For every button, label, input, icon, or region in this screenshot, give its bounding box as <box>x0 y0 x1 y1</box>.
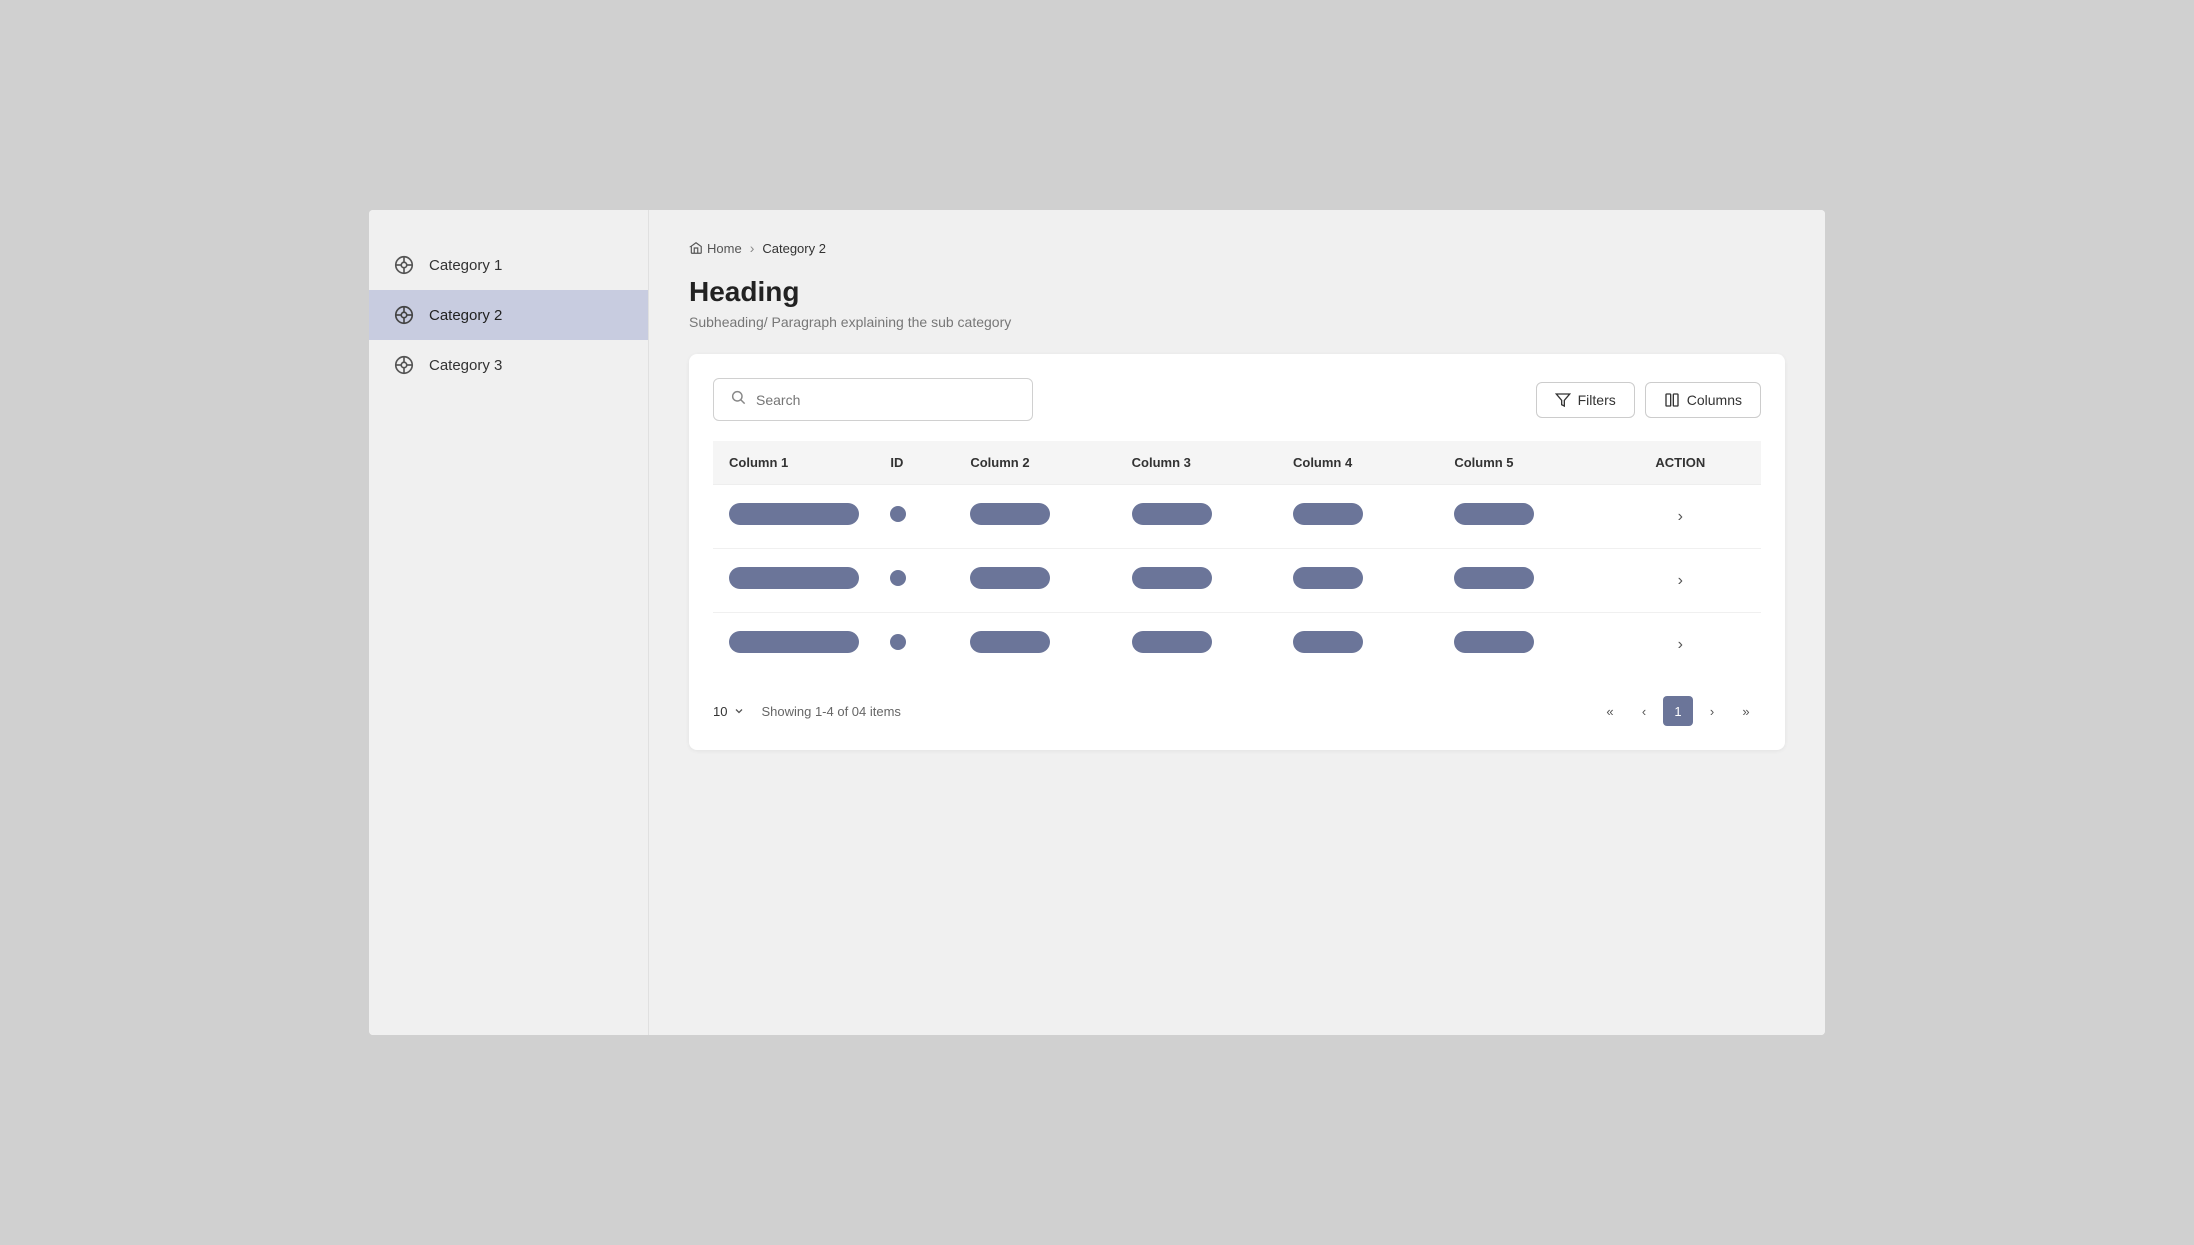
cell-action[interactable]: › <box>1600 613 1761 677</box>
breadcrumb-current: Category 2 <box>762 241 826 256</box>
category3-icon <box>393 354 415 376</box>
breadcrumb: Home › Category 2 <box>689 240 1785 256</box>
skeleton-pill <box>1132 631 1212 653</box>
search-icon <box>730 389 746 410</box>
sidebar-item-label-cat1: Category 1 <box>429 257 502 274</box>
sidebar-item-cat1[interactable]: Category 1 <box>369 240 648 290</box>
skeleton-pill <box>1293 503 1363 525</box>
table-header-row: Column 1 ID Column 2 Column 3 Column 4 C… <box>713 441 1761 485</box>
search-container[interactable] <box>713 378 1033 421</box>
cell-col4 <box>1277 549 1438 613</box>
cell-col3 <box>1116 549 1277 613</box>
table-row: › <box>713 549 1761 613</box>
col-header-action: ACTION <box>1600 441 1761 485</box>
cell-col2 <box>954 485 1115 549</box>
skeleton-pill <box>1132 567 1212 589</box>
sidebar-item-cat3[interactable]: Category 3 <box>369 340 648 390</box>
home-icon <box>689 241 703 255</box>
cell-col1 <box>713 549 874 613</box>
sidebar-item-cat2[interactable]: Category 2 <box>369 290 648 340</box>
cell-action[interactable]: › <box>1600 549 1761 613</box>
columns-label: Columns <box>1687 392 1742 408</box>
cell-col1 <box>713 613 874 677</box>
col-header-col1: Column 1 <box>713 441 874 485</box>
skeleton-pill <box>970 567 1050 589</box>
breadcrumb-home-label: Home <box>707 241 742 256</box>
search-input[interactable] <box>756 392 1016 408</box>
cell-id <box>874 549 954 613</box>
sidebar: Category 1 Category 2 Category <box>369 210 649 1035</box>
cell-col5 <box>1438 613 1599 677</box>
cell-col3 <box>1116 613 1277 677</box>
page-header: Heading Subheading/ Paragraph explaining… <box>689 276 1785 330</box>
sidebar-item-label-cat2: Category 2 <box>429 307 502 324</box>
col-header-col3: Column 3 <box>1116 441 1277 485</box>
skeleton-pill <box>729 631 859 653</box>
filters-label: Filters <box>1578 392 1616 408</box>
skeleton-pill <box>1454 503 1534 525</box>
category1-icon <box>393 254 415 276</box>
content-card: Filters Columns Colum <box>689 354 1785 750</box>
skeleton-pill <box>1132 503 1212 525</box>
table-row: › <box>713 485 1761 549</box>
skeleton-pill <box>1293 631 1363 653</box>
first-page-button[interactable]: « <box>1595 696 1625 726</box>
columns-icon <box>1664 392 1680 408</box>
skeleton-pill <box>729 567 859 589</box>
cell-action[interactable]: › <box>1600 485 1761 549</box>
toolbar: Filters Columns <box>713 378 1761 421</box>
col-header-col5: Column 5 <box>1438 441 1599 485</box>
main-content: Home › Category 2 Heading Subheading/ Pa… <box>649 210 1825 1035</box>
skeleton-dot <box>890 570 906 586</box>
category2-icon <box>393 304 415 326</box>
cell-col4 <box>1277 485 1438 549</box>
last-page-button[interactable]: » <box>1731 696 1761 726</box>
skeleton-pill <box>729 503 859 525</box>
page-subtitle: Subheading/ Paragraph explaining the sub… <box>689 314 1785 330</box>
showing-text: Showing 1-4 of 04 items <box>761 704 900 719</box>
skeleton-pill <box>1454 567 1534 589</box>
table-row: › <box>713 613 1761 677</box>
col-header-id: ID <box>874 441 954 485</box>
chevron-down-icon <box>733 705 745 717</box>
skeleton-dot <box>890 506 906 522</box>
next-page-button[interactable]: › <box>1697 696 1727 726</box>
pagination-bar: 10 Showing 1-4 of 04 items « ‹ 1 › » <box>713 696 1761 726</box>
breadcrumb-separator: › <box>750 240 755 256</box>
col-header-col4: Column 4 <box>1277 441 1438 485</box>
filters-icon <box>1555 392 1571 408</box>
data-table-wrapper: Column 1 ID Column 2 Column 3 Column 4 C… <box>713 441 1761 676</box>
cell-col5 <box>1438 549 1599 613</box>
current-page-button[interactable]: 1 <box>1663 696 1693 726</box>
page-size-value: 10 <box>713 704 727 719</box>
cell-col2 <box>954 549 1115 613</box>
cell-id <box>874 613 954 677</box>
page-size-selector[interactable]: 10 <box>713 704 745 719</box>
toolbar-actions: Filters Columns <box>1536 382 1761 418</box>
skeleton-pill <box>1293 567 1363 589</box>
sidebar-item-label-cat3: Category 3 <box>429 357 502 374</box>
col-header-col2: Column 2 <box>954 441 1115 485</box>
cell-id <box>874 485 954 549</box>
cell-col3 <box>1116 485 1277 549</box>
skeleton-dot <box>890 634 906 650</box>
cell-col2 <box>954 613 1115 677</box>
skeleton-pill <box>970 503 1050 525</box>
cell-col5 <box>1438 485 1599 549</box>
cell-col1 <box>713 485 874 549</box>
skeleton-pill <box>1454 631 1534 653</box>
filters-button[interactable]: Filters <box>1536 382 1635 418</box>
data-table: Column 1 ID Column 2 Column 3 Column 4 C… <box>713 441 1761 676</box>
columns-button[interactable]: Columns <box>1645 382 1761 418</box>
prev-page-button[interactable]: ‹ <box>1629 696 1659 726</box>
cell-col4 <box>1277 613 1438 677</box>
pagination-controls: « ‹ 1 › » <box>1595 696 1761 726</box>
app-container: Category 1 Category 2 Category <box>369 210 1825 1035</box>
breadcrumb-home-link[interactable]: Home <box>689 241 742 256</box>
skeleton-pill <box>970 631 1050 653</box>
page-title: Heading <box>689 276 1785 308</box>
